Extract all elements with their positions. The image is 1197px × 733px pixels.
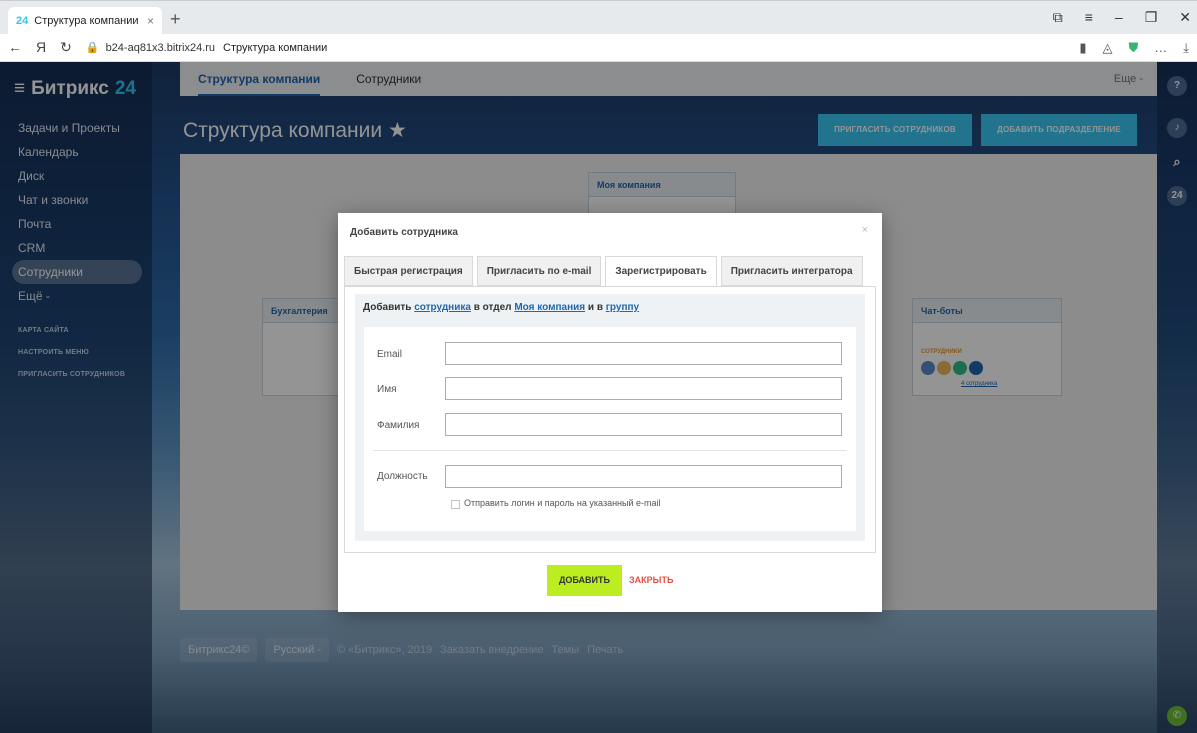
hint-and: и в bbox=[585, 302, 606, 313]
surname-field[interactable] bbox=[445, 413, 842, 436]
extension-icon[interactable]: ◬ bbox=[1102, 40, 1112, 56]
reload-icon[interactable]: ↻ bbox=[60, 39, 72, 56]
add-employee-dialog: Добавить сотрудника × Быстрая регистраци… bbox=[338, 213, 882, 612]
restore-icon[interactable]: ❐ bbox=[1145, 9, 1158, 26]
close-tab-icon[interactable]: × bbox=[147, 14, 154, 28]
position-label: Должность bbox=[377, 471, 428, 482]
lock-icon: 🔒 bbox=[85, 42, 100, 54]
department-link[interactable]: Моя компания bbox=[514, 302, 585, 313]
add-button[interactable]: ДОБАВИТЬ bbox=[547, 565, 622, 596]
tab-invite-email[interactable]: Пригласить по e-mail bbox=[476, 256, 602, 286]
hint-middle: в отдел bbox=[470, 302, 515, 313]
group-link[interactable]: группу bbox=[606, 302, 639, 313]
name-field[interactable] bbox=[445, 377, 842, 400]
menu-icon[interactable]: ≡ bbox=[1085, 9, 1093, 26]
address-bar: ← Я ↻ 🔒 b24-aq81x3.bitrix24.ru Структура… bbox=[0, 34, 1197, 62]
download-icon[interactable]: ⤓ bbox=[1183, 40, 1189, 56]
hint-prefix: Добавить bbox=[363, 302, 415, 313]
dialog-tabs: Быстрая регистрация Пригласить по e-mail… bbox=[344, 256, 863, 287]
window-controls: ⧉ ≡ – ❐ ✕ bbox=[1053, 9, 1191, 26]
close-window-icon[interactable]: ✕ bbox=[1179, 9, 1191, 26]
dialog-title: Добавить сотрудника bbox=[350, 227, 458, 238]
shield-icon[interactable]: ⛊ bbox=[1128, 40, 1138, 56]
bitrix-favicon-icon: 24 bbox=[16, 15, 29, 27]
browser-tab[interactable]: 24 Структура компании × bbox=[8, 7, 162, 35]
surname-label: Фамилия bbox=[377, 420, 420, 431]
bookmark-icon[interactable]: ▮ bbox=[1079, 40, 1086, 56]
close-icon[interactable]: × bbox=[862, 224, 868, 236]
more-icon[interactable]: … bbox=[1154, 40, 1167, 55]
url-text[interactable]: b24-aq81x3.bitrix24.ru bbox=[106, 42, 215, 54]
form-divider bbox=[373, 450, 847, 451]
tab-register[interactable]: Зарегистрировать bbox=[605, 256, 717, 287]
close-button[interactable]: ЗАКРЫТЬ bbox=[629, 575, 673, 585]
department-hint: Добавить сотрудника в отдел Моя компания… bbox=[363, 302, 639, 313]
register-panel-inner: Добавить сотрудника в отдел Моя компания… bbox=[355, 294, 865, 541]
bookmarks-icon[interactable]: ⧉ bbox=[1053, 9, 1063, 26]
minimize-icon[interactable]: – bbox=[1115, 9, 1123, 26]
back-icon[interactable]: ← bbox=[8, 39, 22, 56]
browser-tab-bar: 24 Структура компании × + ⧉ ≡ – ❐ ✕ bbox=[0, 0, 1197, 35]
send-credentials-label[interactable]: Отправить логин и пароль на указанный e-… bbox=[464, 498, 661, 508]
new-tab-button[interactable]: + bbox=[170, 9, 181, 30]
bitrix-app: ≡ Битрикс 24 Задачи и Проекты Календарь … bbox=[0, 62, 1197, 733]
position-field[interactable] bbox=[445, 465, 842, 488]
send-credentials-checkbox[interactable] bbox=[451, 500, 460, 509]
employee-link[interactable]: сотрудника bbox=[414, 302, 471, 313]
browser-tab-title: Структура компании bbox=[34, 15, 139, 27]
name-label: Имя bbox=[377, 384, 397, 395]
tab-invite-integrator[interactable]: Пригласить интегратора bbox=[720, 256, 863, 286]
email-field[interactable] bbox=[445, 342, 842, 365]
email-label: Email bbox=[377, 349, 403, 360]
register-panel: Добавить сотрудника в отдел Моя компания… bbox=[344, 286, 876, 553]
registration-form: Email Имя Фамилия Должность Отправить ло… bbox=[364, 327, 856, 531]
yandex-logo-icon[interactable]: Я bbox=[36, 39, 46, 56]
url-page-title: Структура компании bbox=[223, 41, 328, 54]
tab-quick-registration[interactable]: Быстрая регистрация bbox=[344, 256, 473, 286]
